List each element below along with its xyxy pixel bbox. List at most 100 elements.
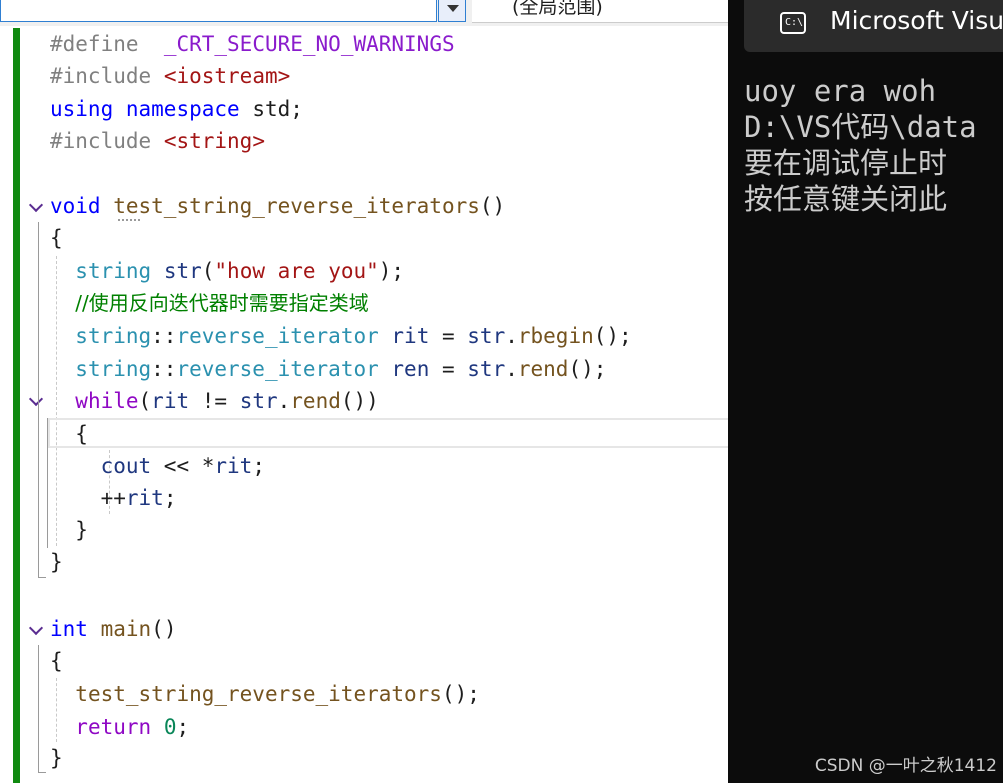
outline-bracket-end bbox=[38, 577, 46, 578]
code-line-14[interactable]: cout << *rit; bbox=[50, 450, 265, 482]
punctuation: () bbox=[151, 617, 177, 641]
code-line-15[interactable]: ++rit; bbox=[50, 482, 177, 514]
punctuation: ; bbox=[163, 486, 177, 510]
function-name: rend bbox=[290, 389, 341, 413]
punctuation: ; bbox=[252, 454, 265, 478]
outline-bracket bbox=[38, 645, 39, 773]
project-scope-dropdown[interactable] bbox=[0, 0, 437, 22]
include-header: <iostream> bbox=[163, 64, 291, 88]
operator: = bbox=[429, 357, 468, 381]
variable: rit bbox=[214, 454, 253, 478]
brace: { bbox=[50, 226, 63, 250]
variable: ren bbox=[391, 357, 430, 381]
console-window[interactable]: C:\ Microsoft Visua uoy era woh D:\VS代码\… bbox=[728, 0, 1003, 783]
code-line-11[interactable]: string::reverse_iterator ren = str.rend(… bbox=[50, 353, 606, 385]
function-name: rend bbox=[517, 357, 569, 381]
navigation-bar: (全局范围) bbox=[0, 0, 728, 26]
code-line-13[interactable]: { bbox=[50, 418, 88, 450]
function-name: test_string_reverse_iterators bbox=[113, 194, 480, 218]
string-literal: "how are you" bbox=[214, 259, 379, 283]
code-line-10[interactable]: string::reverse_iterator rit = str.rbegi… bbox=[50, 320, 632, 352]
keyword: using bbox=[50, 97, 114, 121]
variable: str bbox=[467, 324, 506, 348]
punctuation: (); bbox=[593, 324, 632, 348]
operator: . bbox=[505, 357, 518, 381]
console-output-line: D:\VS代码\data bbox=[744, 110, 977, 144]
watermark-text: CSDN @一叶之秋1412 bbox=[814, 756, 997, 776]
keyword: int bbox=[50, 617, 88, 641]
console-title: Microsoft Visua bbox=[830, 6, 1003, 35]
brace: } bbox=[50, 746, 63, 770]
control-keyword: while bbox=[75, 389, 139, 413]
include-header: <string> bbox=[163, 129, 265, 153]
code-line-8[interactable]: string str("how are you"); bbox=[50, 255, 404, 287]
type-name: string bbox=[75, 259, 152, 283]
function-name: test_string_reverse_iterators bbox=[75, 682, 442, 706]
brace: } bbox=[50, 550, 63, 574]
operator: = bbox=[429, 324, 468, 348]
preprocessor-directive: #include bbox=[50, 64, 152, 88]
scope-operator: :: bbox=[151, 324, 177, 348]
punctuation: ( bbox=[201, 259, 215, 283]
code-editor[interactable]: (全局范围) #define _CRT_SECURE_NO_WARNINGS #… bbox=[0, 0, 728, 783]
operator: << bbox=[151, 454, 202, 478]
terminal-icon: C:\ bbox=[780, 12, 806, 34]
punctuation: ()) bbox=[340, 389, 379, 413]
preprocessor-directive: #include bbox=[50, 129, 152, 153]
code-line-16[interactable]: } bbox=[50, 514, 88, 546]
collapse-chevron-icon[interactable] bbox=[28, 392, 46, 410]
operator: . bbox=[505, 324, 518, 348]
scope-dropdown[interactable]: (全局范围) bbox=[472, 0, 728, 23]
punctuation: ); bbox=[378, 259, 405, 283]
function-name: rbegin bbox=[517, 324, 594, 348]
code-line-22[interactable]: return 0; bbox=[50, 711, 189, 743]
collapse-chevron-icon[interactable] bbox=[28, 621, 46, 639]
code-line-20[interactable]: { bbox=[50, 645, 63, 677]
code-line-12[interactable]: while(rit != str.rend()) bbox=[50, 385, 379, 417]
console-tab[interactable]: C:\ Microsoft Visua bbox=[744, 0, 1003, 52]
change-tracking-bar bbox=[13, 28, 20, 783]
code-line-9[interactable]: //使用反向迭代器时需要指定类域 bbox=[50, 287, 369, 319]
variable: str bbox=[163, 259, 202, 283]
dropdown-arrow-icon[interactable] bbox=[438, 0, 466, 22]
punctuation: ( bbox=[138, 389, 152, 413]
outline-bracket-end bbox=[38, 772, 46, 773]
current-line-highlight bbox=[48, 418, 728, 448]
brace: { bbox=[50, 649, 63, 673]
code-line-6[interactable]: void test_string_reverse_iterators() bbox=[50, 190, 505, 222]
code-line-7[interactable]: { bbox=[50, 222, 63, 254]
operator: != bbox=[189, 389, 240, 413]
control-keyword: return bbox=[75, 715, 152, 739]
type-name: reverse_iterator bbox=[176, 324, 379, 348]
code-line-4[interactable]: #include <string> bbox=[50, 125, 265, 157]
console-output-line: uoy era woh bbox=[744, 74, 937, 108]
preprocessor-directive: #define bbox=[50, 32, 139, 56]
keyword: void bbox=[50, 194, 101, 218]
variable: str bbox=[239, 389, 278, 413]
operator: ++ bbox=[100, 486, 126, 510]
code-line-17[interactable]: } bbox=[50, 546, 63, 578]
code-line-19[interactable]: int main() bbox=[50, 613, 176, 645]
code-line-2[interactable]: #include <iostream> bbox=[50, 60, 290, 92]
scope-operator: :: bbox=[151, 357, 177, 381]
type-name: string bbox=[75, 324, 152, 348]
number-literal: 0 bbox=[163, 715, 177, 739]
type-name: reverse_iterator bbox=[176, 357, 379, 381]
type-name: string bbox=[75, 357, 152, 381]
punctuation: ; bbox=[176, 715, 190, 739]
operator: . bbox=[277, 389, 291, 413]
code-line-3[interactable]: using namespace std; bbox=[50, 93, 303, 125]
punctuation: () bbox=[479, 194, 506, 218]
brace: { bbox=[75, 422, 88, 446]
macro-name: _CRT_SECURE_NO_WARNINGS bbox=[163, 32, 455, 56]
code-line-1[interactable]: #define _CRT_SECURE_NO_WARNINGS bbox=[50, 28, 455, 60]
function-name: main bbox=[100, 617, 152, 641]
collapse-chevron-icon[interactable] bbox=[28, 198, 46, 216]
punctuation: (); bbox=[568, 357, 607, 381]
code-line-23[interactable]: } bbox=[50, 742, 63, 774]
code-line-21[interactable]: test_string_reverse_iterators(); bbox=[50, 678, 480, 710]
operator: * bbox=[201, 454, 215, 478]
comment: //使用反向迭代器时需要指定类域 bbox=[75, 291, 369, 315]
variable: rit bbox=[391, 324, 430, 348]
console-output-line: 要在调试停止时 bbox=[744, 146, 948, 180]
